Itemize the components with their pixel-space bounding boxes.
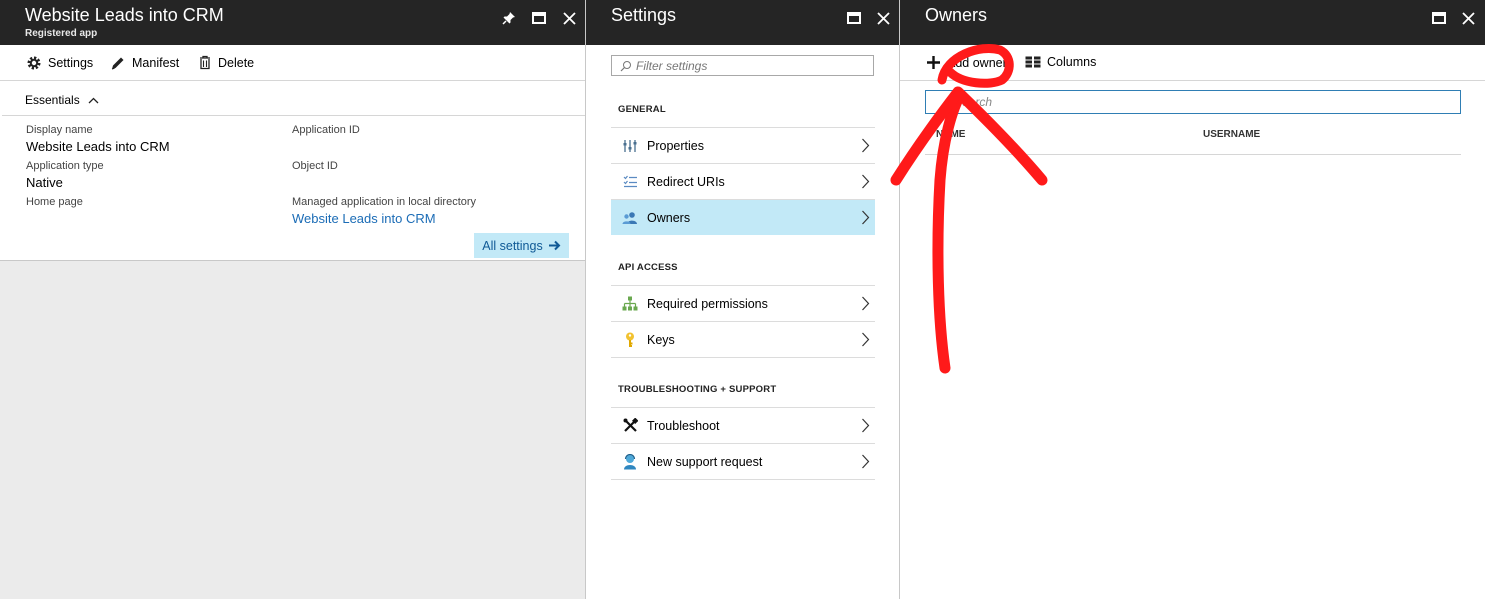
add-owner-label: Add owner	[947, 55, 1007, 70]
managed-app-link[interactable]: Website Leads into CRM	[292, 211, 436, 226]
settings-item-label: Redirect URIs	[647, 174, 725, 189]
list-icon	[621, 175, 639, 188]
section-general: GENERAL	[618, 104, 666, 115]
owners-blade: Owners Add owner Columns Search NAME USE…	[900, 0, 1485, 599]
settings-item-redirect-uris[interactable]: Redirect URIs	[611, 163, 875, 199]
settings-item-label: New support request	[647, 454, 763, 469]
owners-icon	[621, 211, 639, 224]
settings-item-keys[interactable]: Keys	[611, 321, 875, 358]
home-page-label: Home page	[26, 196, 83, 208]
settings-item-required-permissions[interactable]: Required permissions	[611, 285, 875, 321]
owners-search-placeholder: Search	[954, 95, 993, 109]
settings-button[interactable]: Settings	[26, 55, 93, 71]
columns-icon	[1025, 56, 1041, 68]
essentials-toggle[interactable]: Essentials	[25, 93, 99, 107]
app-type-value: Native	[26, 175, 63, 190]
owners-search-input[interactable]: Search	[925, 90, 1461, 114]
support-icon	[621, 453, 639, 470]
arrow-right-icon	[548, 240, 561, 251]
maximize-icon[interactable]	[530, 9, 548, 27]
chevron-right-icon	[862, 418, 870, 433]
all-settings-button[interactable]: All settings	[474, 233, 569, 258]
settings-item-label: Properties	[647, 138, 704, 153]
all-settings-label: All settings	[482, 238, 543, 253]
filter-settings-input[interactable]: Filter settings	[611, 55, 874, 76]
empty-area	[0, 260, 585, 599]
owners-blade-title: Owners	[925, 5, 988, 25]
chevron-up-icon	[88, 97, 99, 103]
pin-icon[interactable]	[500, 9, 518, 27]
table-header-divider	[925, 154, 1461, 155]
close-icon[interactable]	[874, 9, 892, 27]
essentials-divider	[2, 115, 585, 116]
chevron-right-icon	[862, 296, 870, 311]
settings-item-label: Owners	[647, 210, 691, 225]
settings-blade-title: Settings	[611, 5, 677, 25]
settings-item-label: Required permissions	[647, 296, 768, 311]
tools-icon	[621, 418, 639, 433]
columns-label: Columns	[1047, 55, 1097, 69]
manifest-label: Manifest	[132, 56, 180, 70]
app-id-label: Application ID	[292, 124, 360, 136]
delete-label: Delete	[218, 55, 255, 70]
settings-icon	[27, 56, 41, 70]
app-blade-header: Website Leads into CRM Registered app	[0, 0, 585, 45]
settings-item-properties[interactable]: Properties	[611, 127, 875, 163]
close-icon[interactable]	[1459, 9, 1477, 27]
settings-label: Settings	[48, 56, 94, 70]
trash-icon	[200, 55, 210, 70]
maximize-icon[interactable]	[1430, 9, 1448, 27]
section-api-access: API ACCESS	[618, 262, 678, 273]
settings-item-owners[interactable]: Owners	[611, 199, 875, 235]
manifest-button[interactable]: Manifest	[110, 55, 179, 71]
search-icon	[620, 60, 631, 71]
maximize-icon[interactable]	[845, 9, 863, 27]
plus-icon	[927, 56, 940, 69]
owners-blade-header: Owners	[900, 0, 1485, 45]
delete-button[interactable]: Delete	[198, 55, 254, 70]
filter-settings-placeholder: Filter settings	[636, 58, 708, 73]
app-type-label: Application type	[26, 160, 104, 172]
settings-blade: Settings Filter settings GENERAL Propert…	[586, 0, 900, 599]
permissions-icon	[621, 296, 639, 311]
app-blade-title: Website Leads into CRM	[25, 5, 224, 25]
close-icon[interactable]	[560, 9, 578, 27]
edit-icon	[111, 57, 124, 70]
column-header-username[interactable]: USERNAME	[1203, 129, 1260, 140]
app-blade: Website Leads into CRM Registered app Se…	[0, 0, 586, 599]
column-header-name[interactable]: NAME	[936, 129, 965, 140]
managed-app-label: Managed application in local directory	[292, 196, 477, 208]
settings-blade-header: Settings	[586, 0, 899, 45]
columns-button[interactable]: Columns	[1025, 55, 1096, 69]
display-name-label: Display name	[26, 124, 93, 136]
chevron-right-icon	[862, 138, 870, 153]
chevron-right-icon	[862, 332, 870, 347]
properties-icon	[621, 139, 639, 153]
chevron-right-icon	[862, 454, 870, 469]
app-command-bar: Settings Manifest Delete	[0, 45, 585, 81]
section-troubleshooting-support: TROUBLESHOOTING + SUPPORT	[618, 384, 777, 395]
settings-item-troubleshoot[interactable]: Troubleshoot	[611, 407, 875, 443]
key-icon	[621, 332, 639, 348]
settings-item-label: Keys	[647, 332, 675, 347]
owners-command-bar: Add owner Columns	[900, 45, 1485, 81]
display-name-value: Website Leads into CRM	[26, 139, 170, 154]
app-blade-subtitle: Registered app	[25, 28, 98, 39]
essentials-label: Essentials	[25, 93, 80, 107]
object-id-label: Object ID	[292, 160, 338, 172]
settings-item-new-support-request[interactable]: New support request	[611, 443, 875, 480]
add-owner-button[interactable]: Add owner	[926, 55, 1007, 70]
chevron-right-icon	[862, 174, 870, 189]
settings-item-label: Troubleshoot	[647, 418, 720, 433]
chevron-right-icon	[862, 210, 870, 225]
